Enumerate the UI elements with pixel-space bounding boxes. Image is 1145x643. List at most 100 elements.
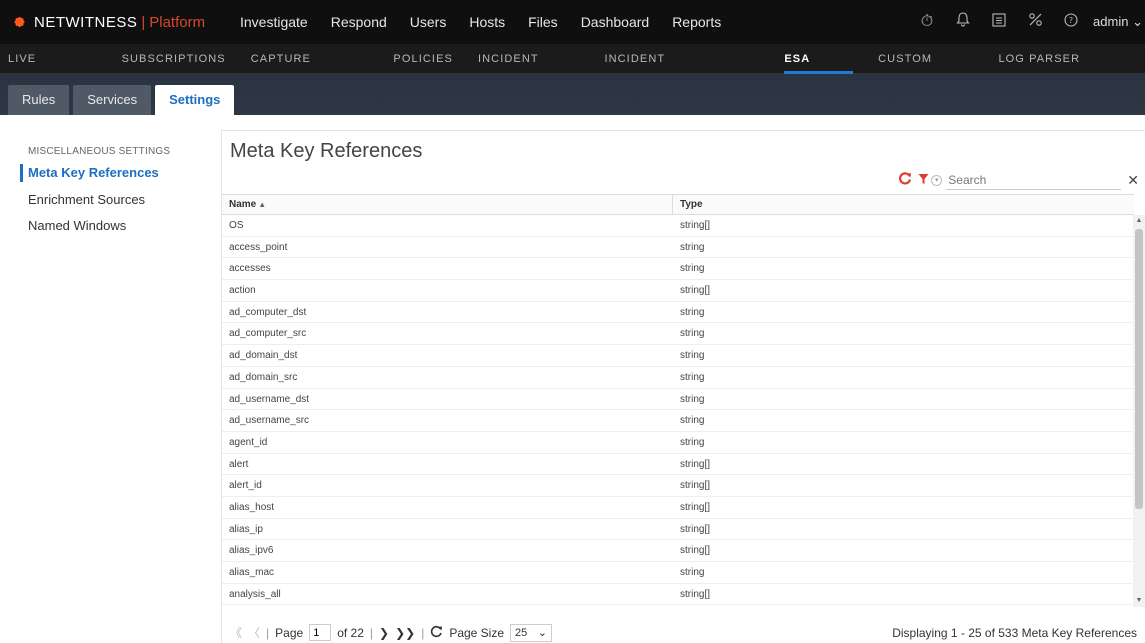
tab-settings[interactable]: Settings	[155, 85, 235, 115]
sidebar-item-enrichment-sources[interactable]: Enrichment Sources	[28, 192, 145, 207]
table-row[interactable]: action string[]	[222, 280, 1134, 302]
nav-files[interactable]: Files	[528, 14, 558, 30]
reload-icon[interactable]	[430, 625, 443, 641]
cell-meta-key-name: ad_domain_src	[229, 371, 298, 383]
subnav-esa-rules[interactable]: ESA RULES	[784, 44, 853, 95]
cell-meta-key-type: string	[680, 263, 705, 275]
cell-meta-key-name: ad_computer_dst	[229, 306, 307, 318]
subnav-live-content[interactable]: LIVE CONTENT	[8, 44, 97, 95]
cell-meta-key-type: string[]	[673, 605, 1134, 607]
page-count-label: of 22	[337, 625, 364, 640]
table-row[interactable]: ad_domain_src string	[222, 367, 1134, 389]
first-page-icon[interactable]: 《	[230, 624, 242, 641]
subnav-subscriptions[interactable]: SUBSCRIPTIONS	[122, 44, 226, 74]
sidebar-active-indicator	[20, 164, 23, 182]
nav-users[interactable]: Users	[410, 14, 447, 30]
cell-meta-key-type: string[]	[680, 285, 711, 297]
subnav-incident-rules[interactable]: INCIDENT RULES	[478, 44, 579, 95]
table-row[interactable]: analysis_all string[]	[222, 584, 1134, 606]
subnav-custom-feeds[interactable]: CUSTOM FEEDS	[878, 44, 973, 95]
pager-divider: |	[369, 625, 374, 640]
table-row[interactable]: agent_id string	[222, 432, 1134, 454]
table-row[interactable]: ad_computer_dst string	[222, 302, 1134, 324]
sidebar-item-named-windows[interactable]: Named Windows	[28, 218, 126, 233]
cell-meta-key-type: string	[680, 436, 705, 448]
subnav-log-parser-rules[interactable]: LOG PARSER RULES	[998, 44, 1120, 95]
cell-meta-key-type: string[]	[680, 523, 711, 535]
task-list-icon[interactable]	[991, 12, 1007, 32]
refresh-icon[interactable]	[898, 171, 912, 189]
brand-separator: |	[141, 13, 146, 31]
main-nav: Investigate Respond Users Hosts Files Da…	[240, 0, 744, 44]
column-header-name[interactable]: Name ▲	[222, 195, 673, 214]
nav-reports[interactable]: Reports	[672, 14, 721, 30]
grid-header: Name ▲ Type	[222, 194, 1134, 215]
subnav-policies[interactable]: POLICIES	[393, 44, 453, 74]
scrollbar-thumb[interactable]	[1135, 229, 1143, 509]
cell-meta-key-type: string	[680, 328, 705, 340]
settings-sidebar: MISCELLANEOUS SETTINGS Meta Key Referenc…	[0, 115, 208, 643]
cell-meta-key-type: string	[680, 567, 705, 578]
filter-menu-chevron-icon[interactable]: ▾	[931, 174, 943, 186]
scroll-down-arrow-icon[interactable]: ▼	[1133, 595, 1145, 607]
user-menu[interactable]: admin ⌄	[1093, 14, 1143, 30]
cell-meta-key-type: string[]	[680, 501, 711, 513]
previous-page-icon[interactable]: 〈	[248, 624, 260, 641]
cell-meta-key-name: ad_username_src	[229, 415, 310, 427]
nav-hosts[interactable]: Hosts	[469, 14, 505, 30]
subnav-capture-policies[interactable]: CAPTURE POLICIES	[251, 44, 369, 95]
display-count-info: Displaying 1 - 25 of 533 Meta Key Refere…	[892, 625, 1137, 640]
tools-icon[interactable]	[1027, 12, 1043, 32]
grid-scrollbar[interactable]: ▲ ▼	[1133, 215, 1145, 607]
cell-meta-key-type: string[]	[680, 458, 711, 470]
meta-key-references-panel: Meta Key References ▾ ✕ Name▲ Type OSstr…	[221, 130, 1145, 643]
table-row[interactable]: alias_host string[]	[222, 497, 1134, 519]
table-row[interactable]: OS string[]	[222, 215, 1134, 237]
page-size-select[interactable]: 25 ⌄	[510, 623, 553, 642]
stopwatch-icon[interactable]: ⏱	[919, 13, 935, 31]
cell-meta-key-type: string	[680, 350, 705, 362]
table-row[interactable]: accesses string	[222, 258, 1134, 281]
page-size-label: Page Size	[449, 625, 505, 640]
search-input[interactable]	[946, 170, 1122, 190]
column-header-type[interactable]: Type	[673, 195, 1134, 214]
table-row[interactable]: ad_username_src string	[222, 410, 1134, 432]
cell-meta-key-type: string[]	[680, 480, 711, 492]
bell-icon[interactable]	[955, 12, 971, 32]
help-icon[interactable]: ?	[1063, 12, 1079, 32]
table-row[interactable]: alias_mac string	[222, 562, 1134, 584]
filter-icon[interactable]	[918, 173, 929, 188]
brand-name: NETWITNESS	[34, 13, 138, 31]
table-row[interactable]: access_point string	[222, 237, 1134, 259]
table-row[interactable]: ad_computer_src string	[222, 323, 1134, 346]
tab-rules[interactable]: Rules	[8, 85, 70, 115]
sidebar-item-meta-key-references[interactable]: Meta Key References	[28, 165, 159, 180]
cell-meta-key-name: OS	[229, 220, 244, 231]
pagination-bar: 《 〈 | Page of 22 | ❯ ❯❯ | Page Size 25⌄ …	[222, 621, 1145, 643]
table-row[interactable]: ad_username_dst string	[222, 389, 1134, 411]
cell-meta-key-name: ad_domain_dst	[229, 350, 298, 362]
nav-dashboard[interactable]: Dashboard	[581, 14, 650, 30]
subnav-incident-notifications[interactable]: INCIDENT NOTIFICATIONS	[604, 44, 759, 95]
scroll-up-arrow-icon[interactable]: ▲	[1133, 215, 1145, 227]
cell-meta-key-name: alias_host	[229, 501, 275, 513]
cell-meta-key-type: string	[680, 306, 705, 318]
next-page-icon[interactable]: ❯	[379, 626, 389, 640]
cell-meta-key-name: access_point	[229, 241, 288, 253]
page-number-input[interactable]	[309, 624, 332, 641]
table-row[interactable]: ad_domain_dst string	[222, 345, 1134, 367]
tab-services[interactable]: Services	[73, 85, 152, 115]
netwitness-logo[interactable]: NETWITNESS | Platform	[0, 11, 240, 33]
table-row[interactable]: analysis_filestring[]	[222, 605, 1134, 607]
table-row[interactable]: alert_id string[]	[222, 475, 1134, 497]
table-row[interactable]: alias_ip string[]	[222, 519, 1134, 541]
clear-search-icon[interactable]: ✕	[1127, 172, 1139, 189]
cell-meta-key-name: action	[229, 285, 256, 297]
table-row[interactable]: alert string[]	[222, 454, 1134, 476]
nav-investigate[interactable]: Investigate	[240, 14, 308, 30]
nav-respond[interactable]: Respond	[331, 14, 387, 30]
table-row[interactable]: alias_ipv6 string[]	[222, 540, 1134, 562]
last-page-icon[interactable]: ❯❯	[395, 626, 415, 640]
esa-tabs: Rules Services Settings	[0, 74, 1145, 115]
cell-meta-key-name: ad_username_dst	[229, 393, 310, 405]
